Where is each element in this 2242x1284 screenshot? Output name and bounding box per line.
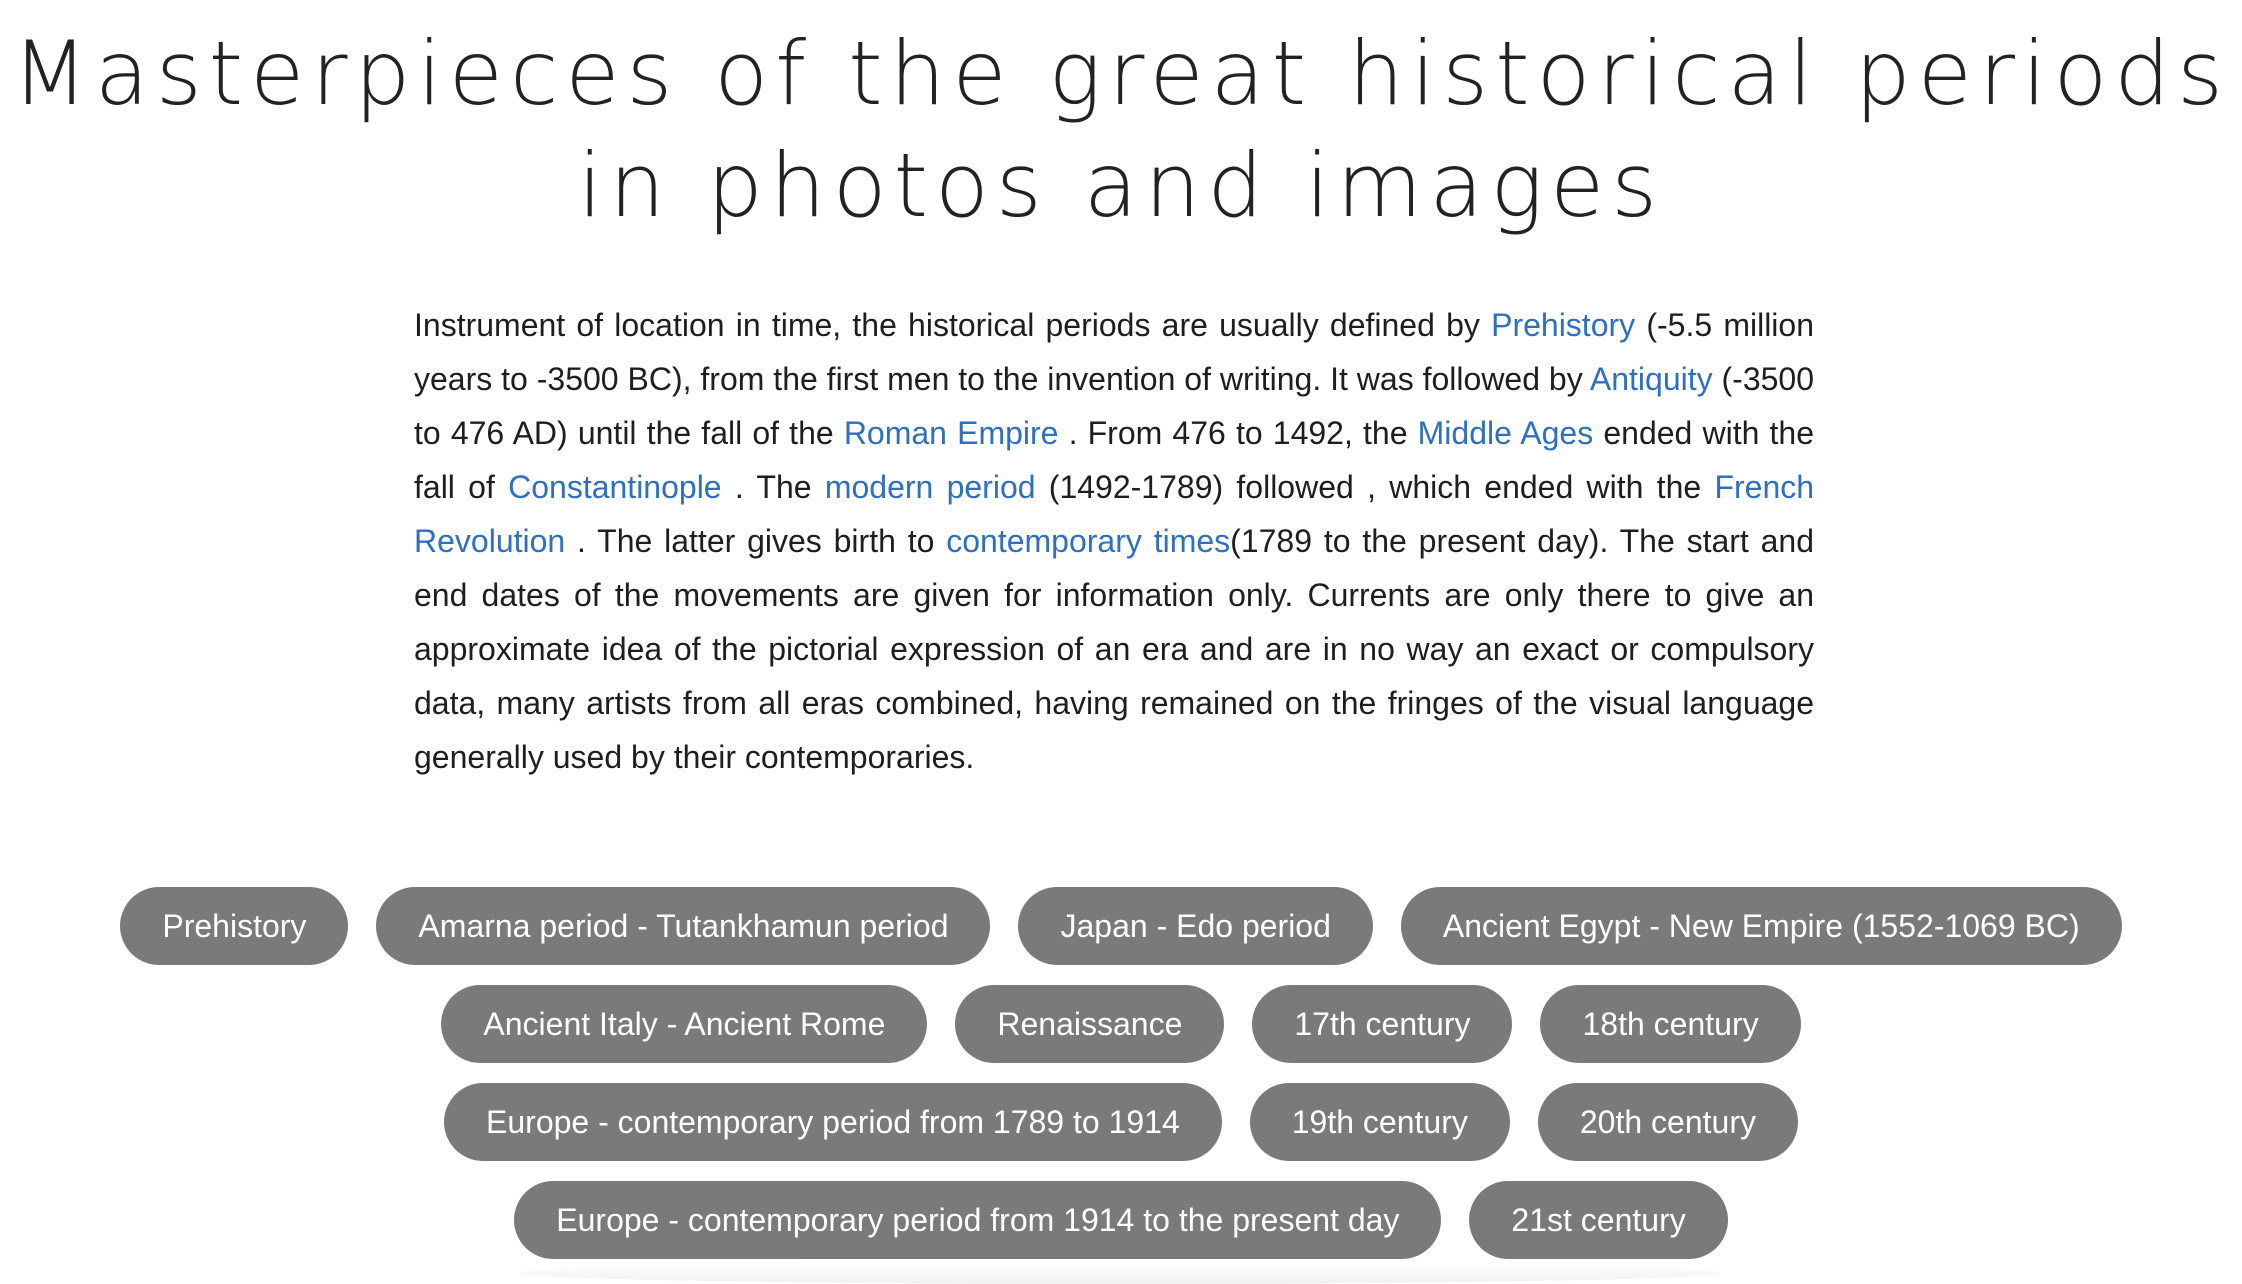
page-title: Masterpieces of the great historical per… bbox=[0, 18, 2242, 242]
tag-amarna-period[interactable]: Amarna period - Tutankhamun period bbox=[376, 887, 991, 965]
page: Masterpieces of the great historical per… bbox=[0, 0, 2242, 1284]
intro-text-7: (1492-1789) followed , which ended with … bbox=[1035, 469, 1715, 505]
tag-row-4: Europe - contemporary period from 1914 t… bbox=[0, 1181, 2242, 1259]
tag-ancient-egypt-new-empire[interactable]: Ancient Egypt - New Empire (1552-1069 BC… bbox=[1400, 887, 2122, 965]
tag-17th-century[interactable]: 17th century bbox=[1252, 985, 1513, 1063]
tag-21st-century[interactable]: 21st century bbox=[1469, 1181, 1728, 1259]
page-title-line-2: in photos and images bbox=[577, 134, 1665, 237]
bottom-shadow bbox=[520, 1262, 1720, 1284]
intro-text-6: . The bbox=[721, 469, 825, 505]
link-modern-period[interactable]: modern period bbox=[825, 469, 1036, 505]
tag-japan-edo-period[interactable]: Japan - Edo period bbox=[1018, 887, 1373, 965]
tag-19th-century[interactable]: 19th century bbox=[1249, 1083, 1510, 1161]
link-constantinople[interactable]: Constantinople bbox=[508, 469, 721, 505]
tag-18th-century[interactable]: 18th century bbox=[1540, 985, 1801, 1063]
intro-text-9: (1789 to the present day). The start and… bbox=[414, 523, 1815, 775]
tag-europe-1789-1914[interactable]: Europe - contemporary period from 1789 t… bbox=[444, 1083, 1222, 1161]
intro-text-8: . The latter gives birth to bbox=[565, 523, 947, 559]
link-contemporary-times[interactable]: contemporary times bbox=[946, 523, 1230, 559]
intro-text-1: Instrument of location in time, the hist… bbox=[414, 307, 1492, 343]
tag-row-2: Ancient Italy - Ancient Rome Renaissance… bbox=[0, 985, 2242, 1063]
tag-row-1: Prehistory Amarna period - Tutankhamun p… bbox=[0, 887, 2242, 965]
tag-europe-1914-present[interactable]: Europe - contemporary period from 1914 t… bbox=[514, 1181, 1442, 1259]
tag-ancient-rome[interactable]: Ancient Italy - Ancient Rome bbox=[441, 985, 928, 1063]
intro-paragraph: Instrument of location in time, the hist… bbox=[414, 298, 1814, 784]
page-title-line-1: Masterpieces of the great historical per… bbox=[11, 22, 2231, 125]
tag-prehistory[interactable]: Prehistory bbox=[120, 887, 349, 965]
tag-renaissance[interactable]: Renaissance bbox=[955, 985, 1225, 1063]
link-antiquity[interactable]: Antiquity bbox=[1590, 361, 1713, 397]
tag-row-3: Europe - contemporary period from 1789 t… bbox=[0, 1083, 2242, 1161]
tag-20th-century[interactable]: 20th century bbox=[1537, 1083, 1798, 1161]
period-tag-cloud: Prehistory Amarna period - Tutankhamun p… bbox=[0, 887, 2242, 1279]
intro-text-4: . From 476 to 1492, the bbox=[1058, 415, 1418, 451]
link-roman-empire[interactable]: Roman Empire bbox=[844, 415, 1059, 451]
link-prehistory[interactable]: Prehistory bbox=[1491, 307, 1635, 343]
link-middle-ages[interactable]: Middle Ages bbox=[1418, 415, 1594, 451]
